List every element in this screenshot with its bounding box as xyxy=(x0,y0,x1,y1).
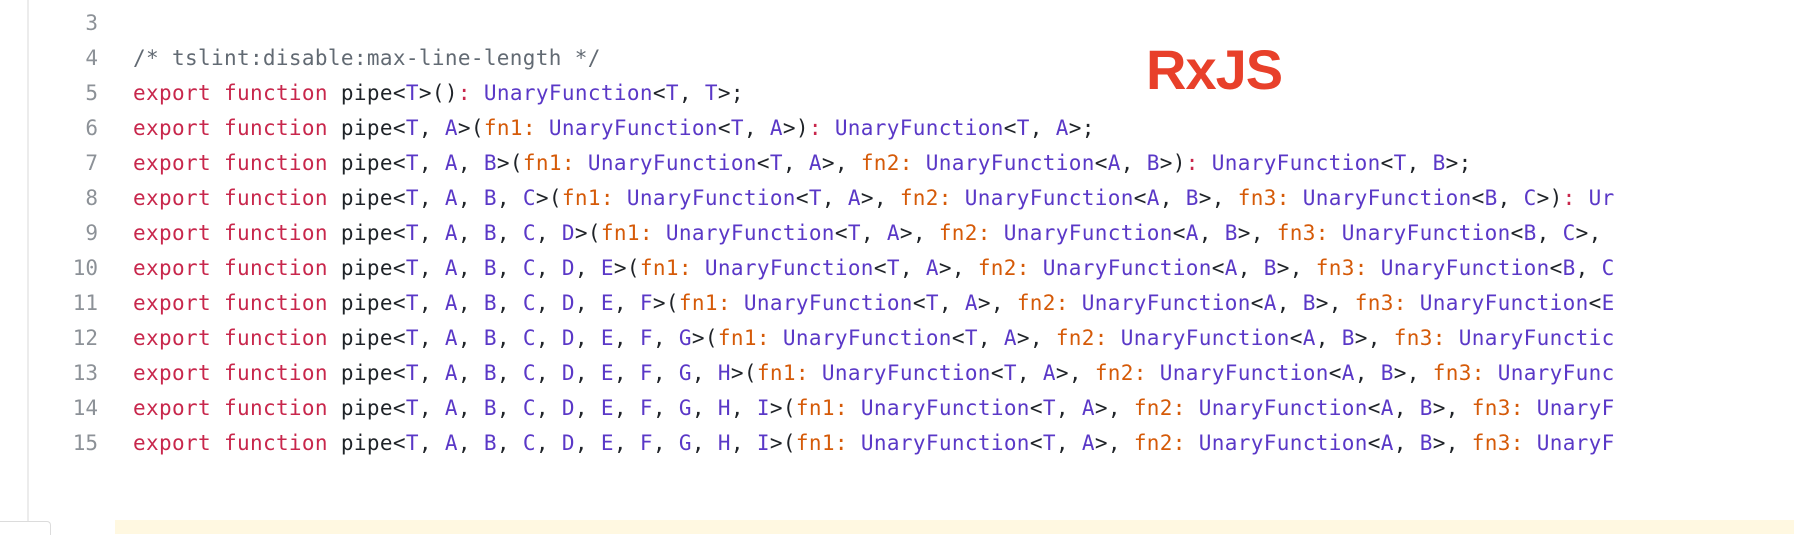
line-content: export function pipe<T, A, B, C, D>(fn1:… xyxy=(133,221,1602,245)
line-content: export function pipe<T, A, B, C, D, E, F… xyxy=(133,396,1615,420)
code-line[interactable]: 15 export function pipe<T, A, B, C, D, E,… xyxy=(0,426,1794,461)
line-number: 6 xyxy=(85,116,98,140)
code-line[interactable]: 13 export function pipe<T, A, B, C, D, E,… xyxy=(0,356,1794,391)
line-content: export function pipe<T>(): UnaryFunction… xyxy=(133,81,744,105)
line-content: export function pipe<T, A>(fn1: UnaryFun… xyxy=(133,116,1095,140)
line-number: 8 xyxy=(85,186,98,210)
line-number: 4 xyxy=(85,46,98,70)
line-number: 9 xyxy=(85,221,98,245)
code-line[interactable]: 8 export function pipe<T, A, B, C>(fn1: U… xyxy=(0,181,1794,216)
line-content: export function pipe<T, A, B, C, D, E, F… xyxy=(133,326,1615,350)
line-number: 5 xyxy=(85,81,98,105)
line-number: 14 xyxy=(72,396,98,420)
code-line[interactable]: 11 export function pipe<T, A, B, C, D, E,… xyxy=(0,286,1794,321)
line-number: 7 xyxy=(85,151,98,175)
line-content: export function pipe<T, A, B, C, D, E, F… xyxy=(133,361,1615,385)
rxjs-logo: RxJS xyxy=(1146,38,1283,101)
code-line[interactable]: 10 export function pipe<T, A, B, C, D, E>… xyxy=(0,251,1794,286)
code-line[interactable]: 14 export function pipe<T, A, B, C, D, E,… xyxy=(0,391,1794,426)
line-content: export function pipe<T, A, B, C, D, E, F… xyxy=(133,291,1615,315)
code-line[interactable]: 9 export function pipe<T, A, B, C, D>(fn1… xyxy=(0,216,1794,251)
line-number: 11 xyxy=(72,291,98,315)
line-content: export function pipe<T, A, B, C>(fn1: Un… xyxy=(133,186,1615,210)
line-content: /* tslint:disable:max-line-length */ xyxy=(133,46,601,70)
code-editor[interactable]: 3 4 /* tslint:disable:max-line-length */ 5 e… xyxy=(0,6,1794,461)
line-number: 15 xyxy=(72,431,98,455)
code-line[interactable]: 12 export function pipe<T, A, B, C, D, E,… xyxy=(0,321,1794,356)
code-line[interactable]: 6 export function pipe<T, A>(fn1: UnaryFu… xyxy=(0,111,1794,146)
scroll-tab[interactable] xyxy=(0,521,51,535)
code-line[interactable]: 3 xyxy=(0,6,1794,41)
line-content: export function pipe<T, A, B>(fn1: Unary… xyxy=(133,151,1472,175)
line-content: export function pipe<T, A, B, C, D, E>(f… xyxy=(133,256,1615,280)
line-number: 10 xyxy=(72,256,98,280)
code-line[interactable]: 4 /* tslint:disable:max-line-length */ xyxy=(0,41,1794,76)
line-number: 13 xyxy=(72,361,98,385)
code-line[interactable]: 7 export function pipe<T, A, B>(fn1: Unar… xyxy=(0,146,1794,181)
current-line-highlight xyxy=(115,520,1794,534)
code-line[interactable]: 5 export function pipe<T>(): UnaryFunctio… xyxy=(0,76,1794,111)
line-number: 3 xyxy=(85,11,98,35)
line-number: 12 xyxy=(72,326,98,350)
line-content: export function pipe<T, A, B, C, D, E, F… xyxy=(133,431,1615,455)
